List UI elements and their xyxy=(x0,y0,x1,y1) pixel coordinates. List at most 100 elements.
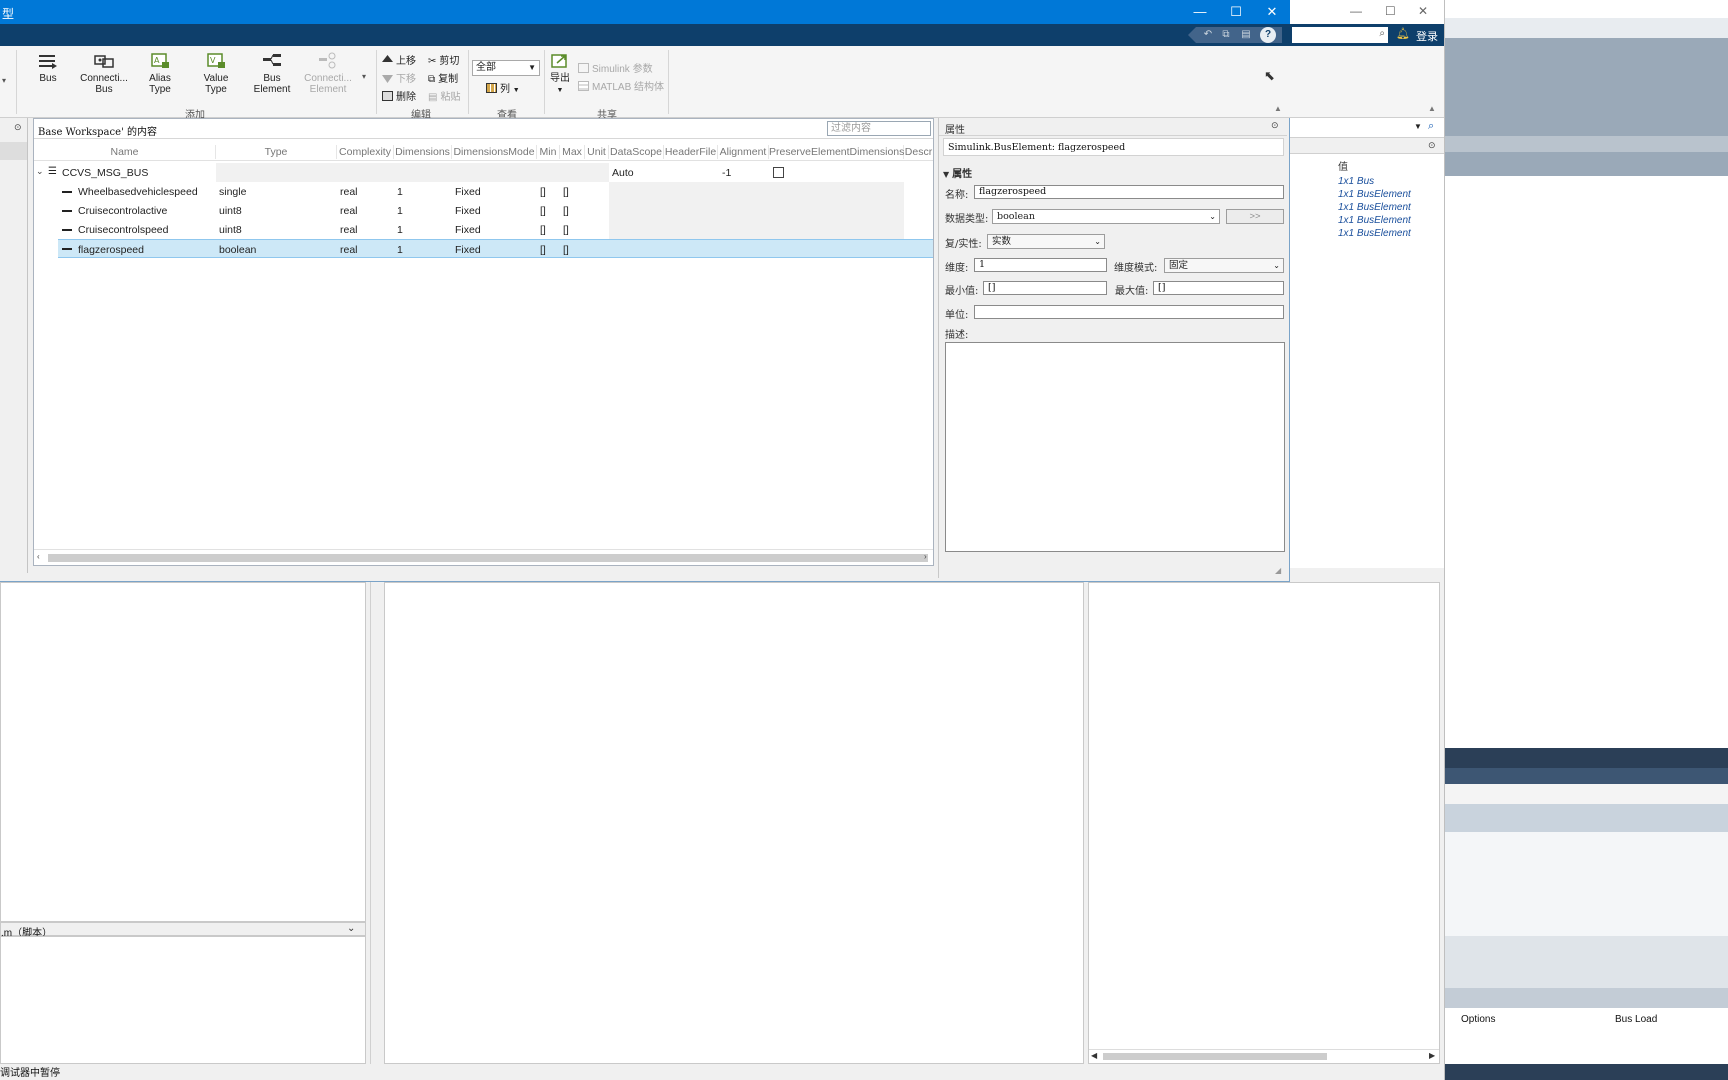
dropdown-arrow-icon[interactable]: ▼ xyxy=(1414,122,1422,131)
filter-contents-input[interactable]: 过滤内容 xyxy=(827,121,931,136)
bg-ribbon: ▲ xyxy=(1290,46,1444,118)
chevron-down-icon: ▼ xyxy=(556,87,564,94)
column-header-name[interactable]: Name xyxy=(34,145,216,159)
minimize-button[interactable]: — xyxy=(1182,0,1218,24)
column-header-dimensions[interactable]: Dimensions xyxy=(394,145,452,159)
scrollbar-thumb[interactable] xyxy=(1103,1053,1327,1060)
delete-button[interactable]: 删除 xyxy=(382,88,416,103)
section-toggle[interactable]: ▼ 属性 xyxy=(943,165,972,180)
paste-button[interactable]: ▤ 粘贴 xyxy=(428,88,460,103)
name-field[interactable]: flagzerospeed xyxy=(974,185,1284,199)
add-connection-element-button[interactable]: Connecti... Element xyxy=(301,52,355,100)
dimensions-field[interactable]: 1 xyxy=(974,258,1107,272)
add-connection-bus-button[interactable]: Connecti... Bus xyxy=(77,52,131,100)
min-field[interactable]: [] xyxy=(983,281,1107,295)
move-up-icon xyxy=(382,55,393,62)
element-line-icon xyxy=(62,229,72,231)
resize-grip-icon[interactable]: ◢ xyxy=(1275,566,1281,575)
element-complexity: real xyxy=(340,244,358,256)
add-bus-element-button[interactable]: Bus Element xyxy=(245,52,299,100)
column-header-preserve-element-dimensions[interactable]: PreserveElementDimensions xyxy=(769,145,904,159)
column-header-datascope[interactable]: DataScope xyxy=(609,145,664,159)
column-header-max[interactable]: Max xyxy=(560,145,585,159)
preserve-dimensions-checkbox[interactable] xyxy=(773,167,784,178)
chevron-down-icon[interactable]: ⌄ xyxy=(36,166,44,177)
columns-button[interactable]: 列 ▼ xyxy=(486,80,520,95)
move-down-button[interactable]: 下移 xyxy=(382,70,416,85)
add-alias-type-button[interactable]: A Alias Type xyxy=(133,52,187,100)
complexity-select[interactable]: 实数 ⌄ xyxy=(987,234,1105,249)
table-row-selected[interactable]: flagzerospeed boolean real 1 Fixed [] [] xyxy=(58,239,933,258)
panel-menu-icon[interactable]: ⊙ xyxy=(1271,120,1279,131)
collapse-ribbon-icon[interactable]: ▲ xyxy=(1274,104,1282,113)
tree-row-bus[interactable]: ⌄ ☰ CCVS_MSG_BUS Auto -1 xyxy=(34,163,933,182)
cut-button[interactable]: ✂ 剪切 xyxy=(428,52,459,67)
details-bar[interactable]: .m（脚本） ⌄ xyxy=(0,922,366,939)
column-header-description[interactable]: Descr xyxy=(904,145,933,159)
export-icon xyxy=(551,54,567,68)
maximize-button[interactable]: ☐ xyxy=(1218,0,1254,24)
selected-hierarchy-item[interactable] xyxy=(0,142,27,160)
login-link[interactable]: 登录 xyxy=(1416,28,1438,44)
column-header-unit[interactable]: Unit xyxy=(585,145,609,159)
scroll-left-icon[interactable]: ‹ xyxy=(37,552,40,561)
search-icon[interactable]: ⌕ xyxy=(1428,120,1434,133)
table-row[interactable]: Wheelbasedvehiclespeed single real 1 Fix… xyxy=(34,182,933,201)
panel-menu-icon[interactable]: ⊙ xyxy=(14,122,22,133)
max-field[interactable]: [] xyxy=(1153,281,1284,295)
secondary-app-window: Options Bus Load xyxy=(1444,0,1728,1080)
chevron-down-icon[interactable]: ⌄ xyxy=(347,923,355,934)
search-documentation-input[interactable]: ⌕ xyxy=(1292,27,1388,43)
copy-icon[interactable]: ⧉ xyxy=(1218,27,1234,43)
undo-icon[interactable]: ↶ xyxy=(1200,27,1216,43)
bg-maximize-button[interactable]: ☐ xyxy=(1385,4,1396,18)
column-header-min[interactable]: Min xyxy=(537,145,560,159)
help-icon[interactable]: ? xyxy=(1260,27,1276,43)
horizontal-scrollbar[interactable]: ◀ ▶ xyxy=(1089,1049,1439,1063)
bg-close-button[interactable]: ✕ xyxy=(1418,4,1428,18)
panel-menu-icon[interactable]: ⊙ xyxy=(1428,140,1436,151)
export-simulink-params-button[interactable]: Simulink 参数 xyxy=(578,60,653,75)
table-header-bus-load: Bus Load xyxy=(1615,1014,1658,1025)
datatype-assistant-button[interactable]: >> xyxy=(1226,209,1284,224)
table-row[interactable]: Cruisecontrolactive uint8 real 1 Fixed [… xyxy=(34,201,933,220)
paste-icon[interactable]: ▤ xyxy=(1238,27,1254,43)
svg-text:V: V xyxy=(210,56,216,65)
column-header-headerfile[interactable]: HeaderFile xyxy=(664,145,718,159)
bg-minimize-button[interactable]: — xyxy=(1350,4,1362,18)
chevron-down-icon: ⌄ xyxy=(1094,237,1101,246)
scroll-left-icon[interactable]: ◀ xyxy=(1091,1051,1097,1060)
ribbon-left-arrow-icon[interactable]: ▾ xyxy=(2,76,6,85)
add-value-type-button[interactable]: V Value Type xyxy=(189,52,243,100)
horizontal-scrollbar[interactable]: ‹ › xyxy=(34,549,933,565)
scroll-right-icon[interactable]: ▶ xyxy=(1429,1051,1435,1060)
column-header-alignment[interactable]: Alignment xyxy=(718,145,769,159)
export-button[interactable]: 导出 ▼ xyxy=(546,52,574,100)
status-bar: 调试器中暂停 xyxy=(0,1068,1444,1080)
move-up-button[interactable]: 上移 xyxy=(382,52,416,67)
chevron-down-icon: ▼ xyxy=(528,63,536,72)
unit-field[interactable] xyxy=(974,305,1284,319)
add-bus-button[interactable]: Bus xyxy=(21,52,75,100)
description-textarea[interactable] xyxy=(945,342,1285,552)
element-complexity: real xyxy=(340,186,358,198)
scroll-right-icon[interactable]: › xyxy=(924,552,927,561)
dimensions-mode-select[interactable]: 固定 ⌄ xyxy=(1164,258,1284,273)
editor-gutter xyxy=(370,582,384,1064)
collapse-ribbon-icon[interactable]: ▲ xyxy=(1428,104,1436,113)
copy-button[interactable]: ⧉ 复制 xyxy=(428,70,458,85)
gallery-expand-icon[interactable]: ▾ xyxy=(362,72,366,81)
table-header-options: Options xyxy=(1461,1014,1496,1025)
dialog-title-bar[interactable]: 型 — ☐ ✕ xyxy=(0,0,1290,24)
export-matlab-struct-button[interactable]: MATLAB 结构体 xyxy=(578,78,664,93)
column-header-type[interactable]: Type xyxy=(216,145,337,159)
bell-icon[interactable]: 🔔︎ xyxy=(1396,27,1410,40)
scrollbar-thumb[interactable] xyxy=(48,554,928,562)
datatype-select[interactable]: boolean ⌄ xyxy=(992,209,1220,224)
view-filter-combo[interactable]: 全部 ▼ xyxy=(472,60,540,76)
close-button[interactable]: ✕ xyxy=(1254,0,1290,24)
table-row[interactable]: Cruisecontrolspeed uint8 real 1 Fixed []… xyxy=(34,220,933,239)
column-header-dimensions-mode[interactable]: DimensionsMode xyxy=(452,145,537,159)
column-header-complexity[interactable]: Complexity xyxy=(337,145,394,159)
bus-alignment: -1 xyxy=(722,167,732,179)
